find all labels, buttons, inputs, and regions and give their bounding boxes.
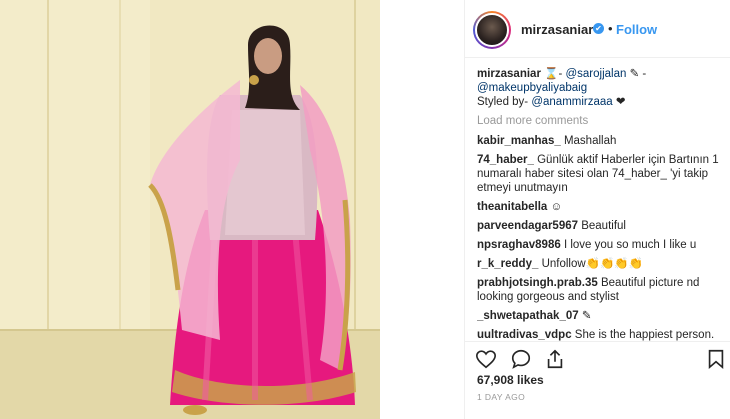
- share-icon[interactable]: [544, 348, 566, 370]
- comment-username[interactable]: npsraghav8986: [477, 239, 561, 251]
- comment-username[interactable]: parveendagar5967: [477, 220, 578, 232]
- comment-username[interactable]: prabhjotsingh.prab.35: [477, 277, 598, 289]
- comment-item: prabhjotsingh.prab.35 Beautiful picture …: [477, 276, 727, 304]
- load-more-comments-link[interactable]: Load more comments: [477, 114, 727, 128]
- caption-text: Styled by-: [477, 96, 532, 108]
- comment-username[interactable]: kabir_manhas_: [477, 135, 561, 147]
- comment-text: ☺: [547, 201, 563, 213]
- comment-username[interactable]: theanitabella: [477, 201, 547, 213]
- post-timestamp[interactable]: 1 DAY AGO: [477, 392, 525, 402]
- avatar[interactable]: [473, 11, 511, 49]
- photo-image: [0, 0, 380, 419]
- comment-icon[interactable]: [510, 348, 532, 370]
- comment-item: r_k_reddy_ Unfollow👏👏👏👏: [477, 257, 727, 271]
- follow-button[interactable]: Follow: [616, 22, 657, 37]
- mention-link[interactable]: @anammirzaaa: [531, 96, 612, 108]
- post-username[interactable]: mirzasaniar: [521, 22, 593, 37]
- heart-icon[interactable]: [475, 348, 497, 370]
- avatar-image: [475, 13, 509, 47]
- comment-item: theanitabella ☺: [477, 200, 727, 214]
- caption-text: ⌛-: [540, 68, 566, 80]
- comment-item: kabir_manhas_ Mashallah: [477, 134, 727, 148]
- bookmark-icon[interactable]: [705, 348, 727, 370]
- comment-text: Beautiful: [578, 220, 626, 232]
- post-header: mirzasaniar ✔ • Follow: [465, 0, 730, 58]
- caption-text: ❤: [612, 96, 626, 108]
- comment-item: parveendagar5967 Beautiful: [477, 219, 727, 233]
- verified-icon: ✔: [593, 23, 604, 34]
- mention-link[interactable]: @makeupbyaliyabaig: [477, 82, 587, 94]
- comment-item: uultradivas_vdpc She is the happiest per…: [477, 328, 727, 341]
- comment-item: 74_haber_ Günlük aktif Haberler için Bar…: [477, 153, 727, 195]
- caption-text: ✎ -: [626, 68, 647, 80]
- mention-link[interactable]: @sarojjalan: [565, 68, 626, 80]
- separator-dot: •: [608, 21, 613, 36]
- likes-count[interactable]: 67,908 likes: [477, 373, 544, 387]
- comment-item: _shwetapathak_07 ✎: [477, 309, 727, 323]
- caption: mirzasaniar ⌛- @sarojjalan ✎ - @makeupby…: [477, 67, 727, 109]
- comment-username[interactable]: uultradivas_vdpc: [477, 329, 572, 341]
- comment-username[interactable]: _shwetapathak_07: [477, 310, 579, 322]
- comment-text: ✎: [578, 310, 592, 322]
- comment-text: Mashallah: [560, 135, 617, 147]
- comment-username[interactable]: 74_haber_: [477, 154, 534, 166]
- comment-item: npsraghav8986 I love you so much I like …: [477, 238, 727, 252]
- post-actions: 67,908 likes 1 DAY AGO: [465, 341, 730, 419]
- caption-username[interactable]: mirzasaniar: [477, 68, 541, 80]
- comment-text: I love you so much I like u: [560, 239, 697, 251]
- comment-username[interactable]: r_k_reddy_: [477, 258, 538, 270]
- post-photo[interactable]: [0, 0, 380, 419]
- comment-text: Unfollow👏👏👏👏: [538, 258, 643, 270]
- comments-list[interactable]: mirzasaniar ⌛- @sarojjalan ✎ - @makeupby…: [477, 67, 727, 341]
